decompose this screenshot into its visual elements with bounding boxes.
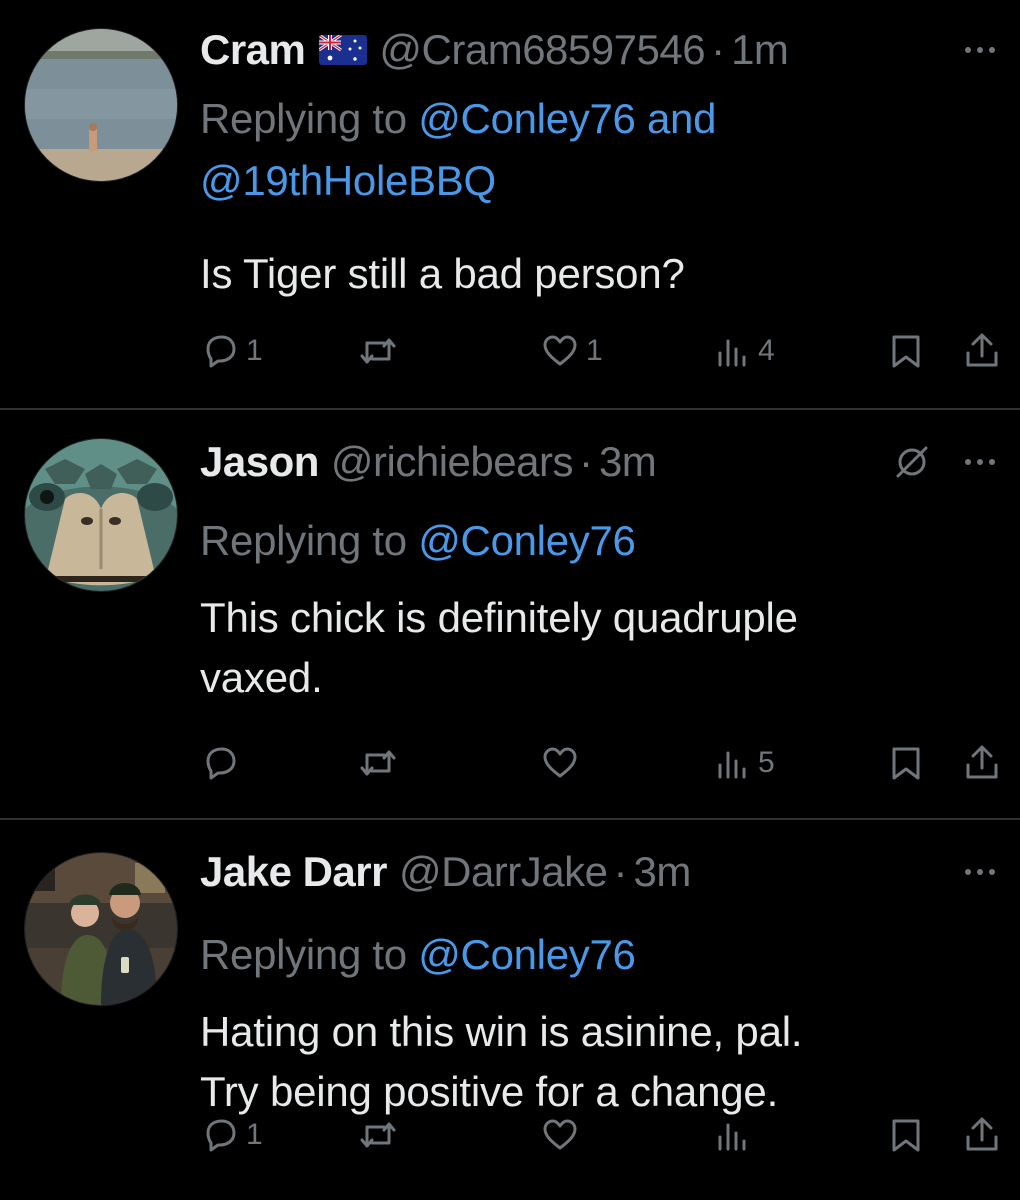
like-button[interactable] <box>540 1110 580 1160</box>
more-icon[interactable] <box>958 440 1002 484</box>
mention-link[interactable]: @Conley76 <box>418 517 636 564</box>
user-handle[interactable]: @DarrJake <box>399 848 608 896</box>
replying-label: Replying to <box>200 95 419 142</box>
views-icon <box>718 751 746 779</box>
reply-count: 1 <box>246 334 263 367</box>
muted-icon[interactable] <box>892 442 932 482</box>
replying-label: Replying to <box>200 517 419 564</box>
views-button[interactable] <box>712 1110 752 1160</box>
view-count: 5 <box>758 746 775 779</box>
australia-flag-icon <box>319 35 368 65</box>
tweet[interactable]: Cram @Cram68597546 · 1m Replying to @Con… <box>0 0 1020 410</box>
bookmark-button[interactable] <box>886 326 926 376</box>
reply-count: 1 <box>246 1118 263 1151</box>
bookmark-icon <box>892 335 920 368</box>
user-handle[interactable]: @richiebears <box>331 438 574 486</box>
more-icon[interactable] <box>958 850 1002 894</box>
action-bar: 5 <box>200 738 1006 788</box>
mention-link[interactable]: @Conley76 and <box>418 95 716 142</box>
share-icon <box>966 745 998 779</box>
reply-icon <box>206 1119 236 1152</box>
avatar[interactable] <box>24 438 178 592</box>
replying-label: Replying to <box>200 931 419 978</box>
tweet-text-line: vaxed. <box>200 654 323 701</box>
avatar[interactable] <box>24 28 178 182</box>
retweet-button[interactable] <box>358 738 398 788</box>
tweet-text: This chick is definitely quadruple vaxed… <box>200 588 980 708</box>
separator-dot: · <box>578 438 593 485</box>
tweet-text-line: Is Tiger still a bad person? <box>200 250 685 297</box>
like-count: 1 <box>586 334 603 367</box>
reply-button[interactable] <box>200 738 246 788</box>
tweet-text-line: Try being positive for a change. <box>200 1068 779 1115</box>
replying-to: Replying to @Conley76 <box>200 510 980 572</box>
display-name[interactable]: Jake Darr <box>200 848 387 896</box>
heart-icon <box>543 747 577 778</box>
timestamp[interactable]: 1m <box>731 26 789 74</box>
tweet-header: Cram @Cram68597546 · 1m <box>200 22 1002 78</box>
user-handle[interactable]: @Cram68597546 <box>379 26 705 74</box>
action-bar: 1 1 4 <box>200 326 1006 376</box>
action-bar: 1 <box>200 1110 1006 1160</box>
replying-to: Replying to @Conley76 and @19thHoleBBQ <box>200 88 980 212</box>
views-button[interactable]: 4 <box>712 326 775 376</box>
tweet-text-line: Hating on this win is asinine, pal. <box>200 1008 803 1055</box>
timestamp[interactable]: 3m <box>599 438 657 486</box>
retweet-button[interactable] <box>358 1110 398 1160</box>
timestamp[interactable]: 3m <box>634 848 692 896</box>
more-icon[interactable] <box>958 28 1002 72</box>
reply-icon <box>206 747 236 780</box>
like-button[interactable] <box>540 738 580 788</box>
bookmark-icon <box>892 1119 920 1152</box>
retweet-icon <box>360 750 396 776</box>
replying-to: Replying to @Conley76 <box>200 924 980 986</box>
tweet-text: Hating on this win is asinine, pal. Try … <box>200 1002 980 1122</box>
display-name[interactable]: Cram <box>200 26 306 74</box>
bookmark-icon <box>892 747 920 780</box>
views-icon <box>718 339 746 367</box>
mention-link[interactable]: @Conley76 <box>418 931 636 978</box>
tweet-text: Is Tiger still a bad person? <box>200 244 980 304</box>
retweet-button[interactable] <box>358 326 398 376</box>
avatar[interactable] <box>24 852 178 1006</box>
views-icon <box>718 1123 746 1151</box>
views-button[interactable]: 5 <box>712 738 775 788</box>
reply-button[interactable]: 1 <box>200 1110 263 1160</box>
tweet-text-line: This chick is definitely quadruple <box>200 594 798 641</box>
retweet-icon <box>360 1122 396 1148</box>
bookmark-button[interactable] <box>886 1110 926 1160</box>
tweet[interactable]: Jason @richiebears · 3m Replying to @Con… <box>0 410 1020 820</box>
share-button[interactable] <box>962 1110 1002 1160</box>
like-button[interactable]: 1 <box>540 326 603 376</box>
separator-dot: · <box>613 848 628 895</box>
heart-icon <box>543 335 577 366</box>
view-count: 4 <box>758 334 775 367</box>
share-icon <box>966 333 998 367</box>
share-button[interactable] <box>962 738 1002 788</box>
display-name[interactable]: Jason <box>200 438 319 486</box>
share-button[interactable] <box>962 326 1002 376</box>
tweet-header: Jason @richiebears · 3m <box>200 434 1002 490</box>
bookmark-button[interactable] <box>886 738 926 788</box>
reply-button[interactable]: 1 <box>200 326 263 376</box>
separator-dot: · <box>711 26 726 73</box>
mention-link[interactable]: @19thHoleBBQ <box>200 157 496 204</box>
share-icon <box>966 1117 998 1151</box>
tweet[interactable]: Jake Darr @DarrJake · 3m Replying to @Co… <box>0 820 1020 1200</box>
tweet-header: Jake Darr @DarrJake · 3m <box>200 844 1002 900</box>
reply-icon <box>206 335 236 368</box>
heart-icon <box>543 1119 577 1150</box>
retweet-icon <box>360 338 396 364</box>
